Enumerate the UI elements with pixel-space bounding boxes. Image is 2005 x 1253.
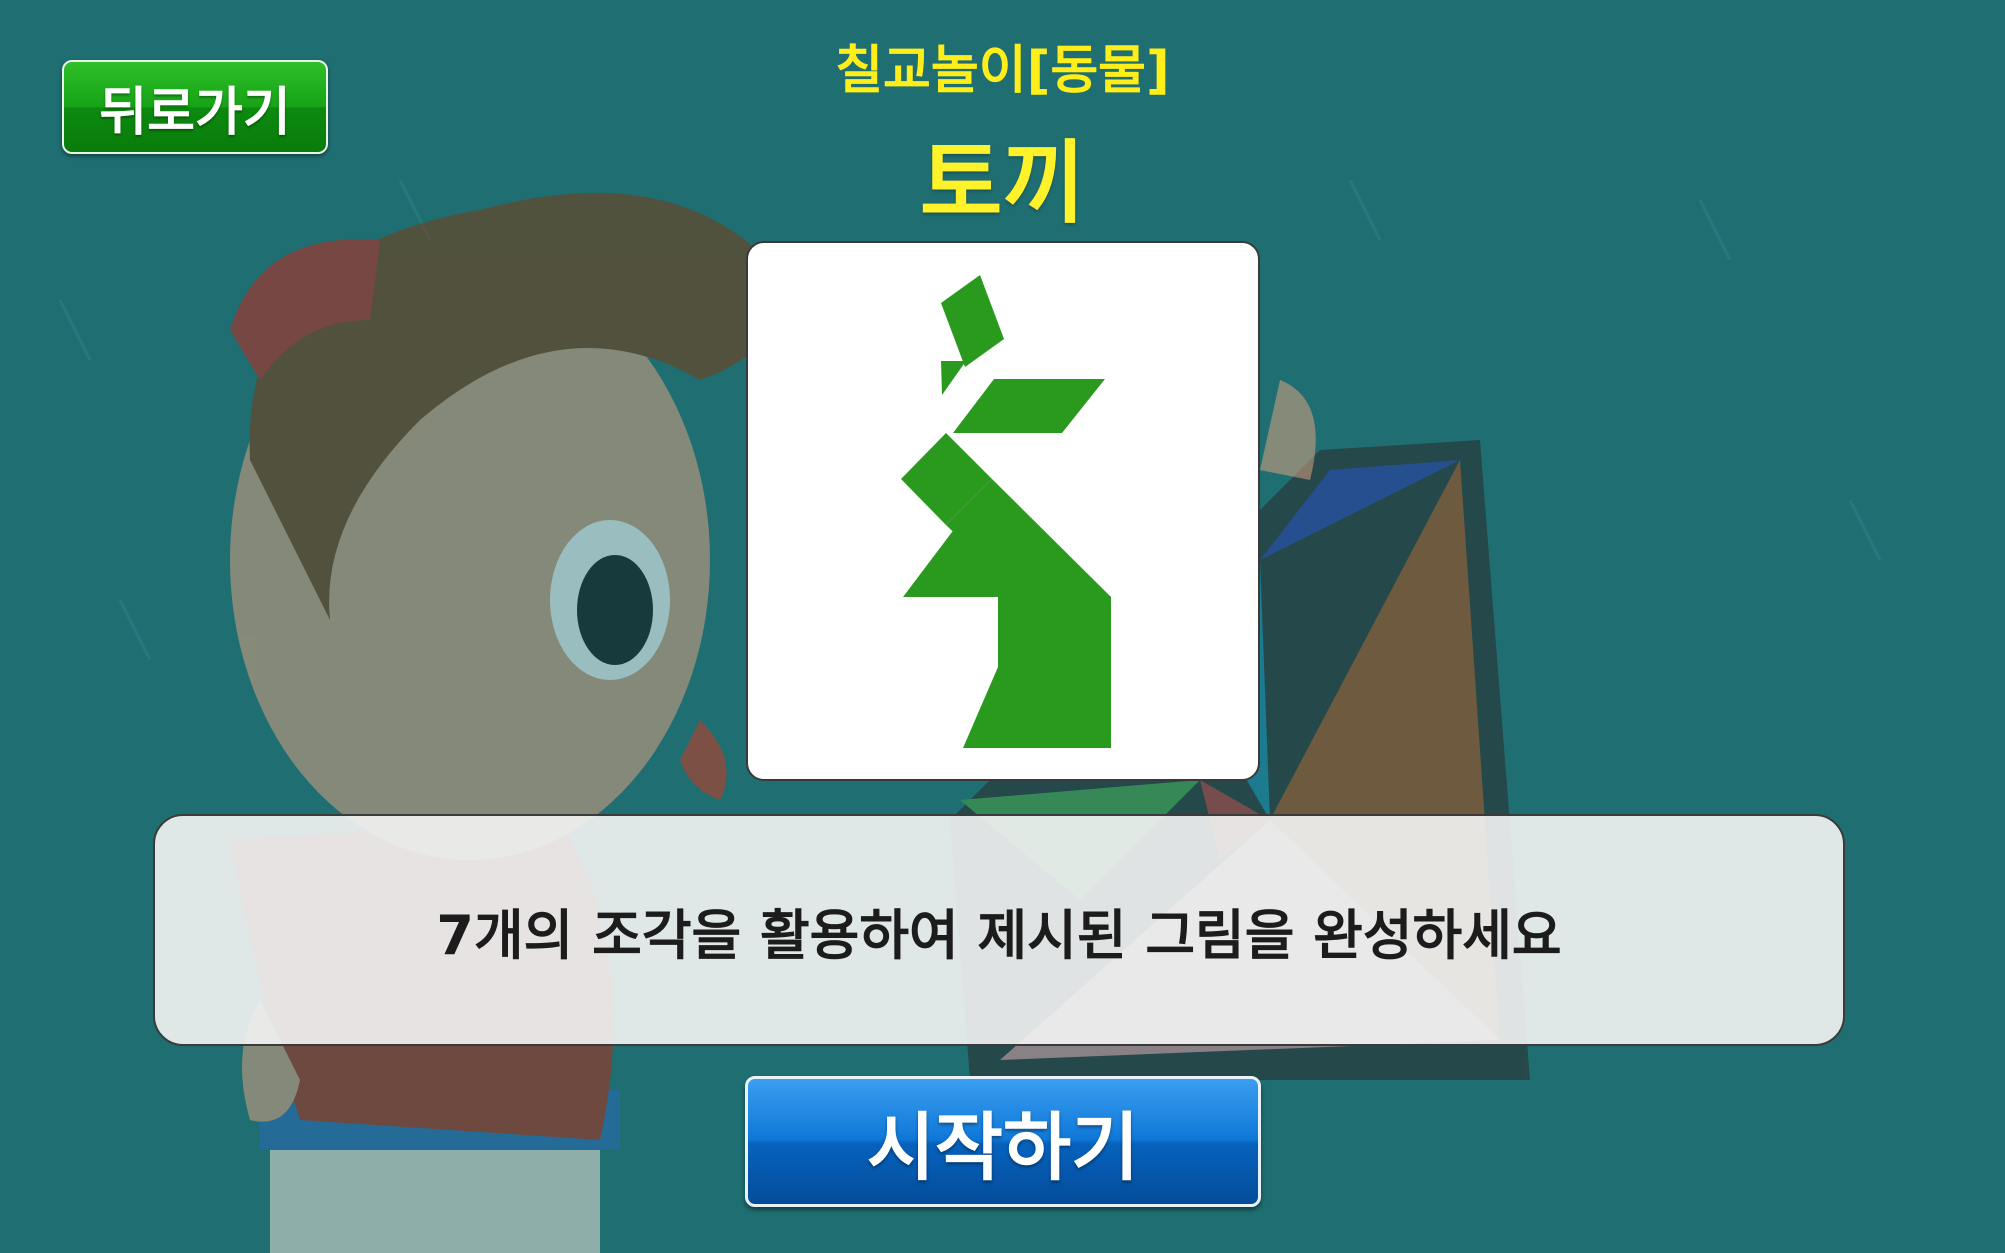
rabbit-ear-piece xyxy=(941,275,1004,367)
page-title: 토끼 xyxy=(919,131,1086,236)
puzzle-preview-card xyxy=(746,241,1260,781)
tangram-rabbit-icon xyxy=(901,275,1111,748)
rabbit-ear-piece xyxy=(953,379,1105,433)
rabbit-ear-piece xyxy=(941,361,966,395)
instruction-text: 7개의 조각을 활용하여 제시된 그림을 완성하세요 xyxy=(436,903,1562,967)
start-button[interactable]: 시작하기 xyxy=(745,1076,1261,1207)
game-screen: 뒤로가기 칠교놀이[동물] 토끼 7개의 조각을 활용하여 제시된 그림을 완성… xyxy=(0,0,2005,1253)
category-title: 칠교놀이[동물] xyxy=(835,41,1170,101)
instruction-panel: 7개의 조각을 활용하여 제시된 그림을 완성하세요 xyxy=(153,814,1845,1046)
rabbit-body-piece xyxy=(963,597,1111,748)
